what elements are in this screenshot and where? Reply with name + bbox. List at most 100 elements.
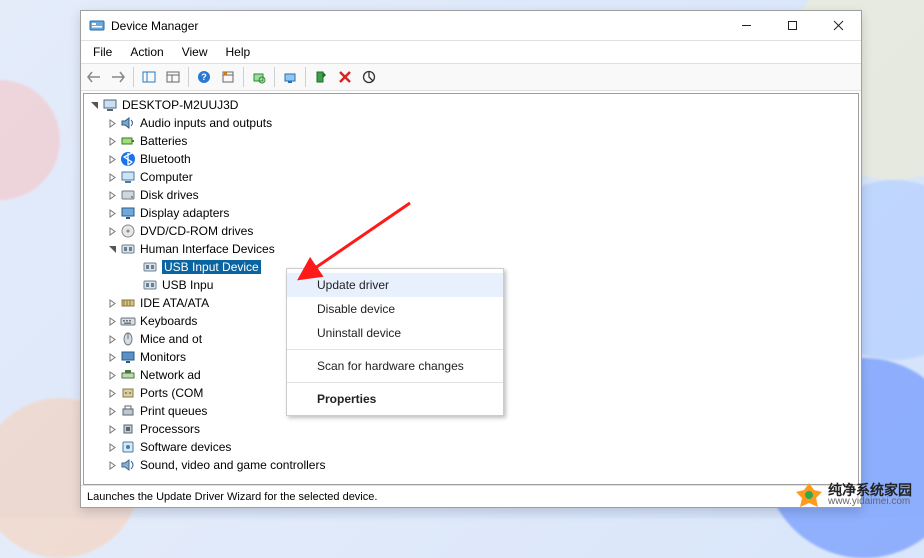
tree-node[interactable]: Software devices bbox=[84, 438, 858, 456]
context-menu-item[interactable]: Update driver bbox=[287, 273, 503, 297]
expander-icon[interactable] bbox=[106, 171, 118, 183]
titlebar[interactable]: Device Manager bbox=[81, 11, 861, 41]
context-menu-item[interactable]: Properties bbox=[287, 387, 503, 411]
maximize-button[interactable] bbox=[769, 11, 815, 41]
menubar: File Action View Help bbox=[81, 41, 861, 63]
tree-node[interactable]: Human Interface Devices bbox=[84, 240, 858, 258]
tree-node-label: Print queues bbox=[140, 404, 207, 418]
show-hide-tree-button[interactable] bbox=[138, 66, 160, 88]
watermark-url: www.yidaimei.com bbox=[828, 497, 912, 507]
close-button[interactable] bbox=[815, 11, 861, 41]
context-menu-item[interactable]: Disable device bbox=[287, 297, 503, 321]
tree-node-label: Monitors bbox=[140, 350, 186, 364]
update-driver-button[interactable] bbox=[279, 66, 301, 88]
tree-node[interactable]: Disk drives bbox=[84, 186, 858, 204]
back-button[interactable] bbox=[83, 66, 105, 88]
statusbar: Launches the Update Driver Wizard for th… bbox=[81, 485, 861, 507]
menu-separator bbox=[287, 382, 503, 383]
tree-node[interactable]: Sound, video and game controllers bbox=[84, 456, 858, 474]
tree-node-label: DESKTOP-M2UUJ3D bbox=[122, 98, 238, 112]
disk-icon bbox=[120, 187, 136, 203]
tree-node[interactable]: Display adapters bbox=[84, 204, 858, 222]
expander-icon[interactable] bbox=[106, 225, 118, 237]
help-button[interactable]: ? bbox=[193, 66, 215, 88]
bg-decoration bbox=[0, 80, 60, 200]
tree-node-label: Mice and ot bbox=[140, 332, 202, 346]
network-icon bbox=[120, 367, 136, 383]
expander-icon[interactable] bbox=[106, 405, 118, 417]
tree-node-label: Disk drives bbox=[140, 188, 199, 202]
expander-icon[interactable] bbox=[106, 351, 118, 363]
expander-icon[interactable] bbox=[106, 333, 118, 345]
computer-icon bbox=[102, 97, 118, 113]
expander-icon[interactable] bbox=[106, 297, 118, 309]
tree-node[interactable]: DVD/CD-ROM drives bbox=[84, 222, 858, 240]
context-menu-item[interactable]: Uninstall device bbox=[287, 321, 503, 345]
battery-icon bbox=[120, 133, 136, 149]
expander-icon[interactable] bbox=[106, 189, 118, 201]
minimize-button[interactable] bbox=[723, 11, 769, 41]
hid-icon bbox=[120, 241, 136, 257]
tree-node[interactable]: Audio inputs and outputs bbox=[84, 114, 858, 132]
menu-file[interactable]: File bbox=[85, 43, 120, 61]
disc-icon bbox=[120, 223, 136, 239]
watermark-icon bbox=[796, 482, 822, 508]
context-menu: Update driverDisable deviceUninstall dev… bbox=[286, 268, 504, 416]
expander-icon[interactable] bbox=[106, 135, 118, 147]
toolbar-separator bbox=[274, 67, 275, 87]
details-button[interactable] bbox=[162, 66, 184, 88]
tree-node[interactable]: Processors bbox=[84, 420, 858, 438]
tree-node-label: Human Interface Devices bbox=[140, 242, 275, 256]
mouse-icon bbox=[120, 331, 136, 347]
expander-icon[interactable] bbox=[106, 315, 118, 327]
menu-help[interactable]: Help bbox=[218, 43, 259, 61]
enable-button[interactable] bbox=[310, 66, 332, 88]
expander-icon[interactable] bbox=[106, 423, 118, 435]
properties-button[interactable] bbox=[217, 66, 239, 88]
software-icon bbox=[120, 439, 136, 455]
menu-view[interactable]: View bbox=[174, 43, 216, 61]
window-title: Device Manager bbox=[111, 19, 198, 33]
tree-node-label: IDE ATA/ATA bbox=[140, 296, 209, 310]
computer-icon bbox=[120, 169, 136, 185]
expander-icon[interactable] bbox=[106, 387, 118, 399]
disable-button[interactable] bbox=[358, 66, 380, 88]
tree-node[interactable]: Bluetooth bbox=[84, 150, 858, 168]
expander-icon[interactable] bbox=[106, 243, 118, 255]
bluetooth-icon bbox=[120, 151, 136, 167]
tree-node[interactable]: Batteries bbox=[84, 132, 858, 150]
expander-icon[interactable] bbox=[106, 441, 118, 453]
toolbar-separator bbox=[243, 67, 244, 87]
menu-action[interactable]: Action bbox=[122, 43, 171, 61]
expander-icon[interactable] bbox=[88, 99, 100, 111]
expander-icon[interactable] bbox=[106, 117, 118, 129]
device-manager-window: Device Manager File Action View Help ? bbox=[80, 10, 862, 508]
tree-node-label: Keyboards bbox=[140, 314, 197, 328]
keyboard-icon bbox=[120, 313, 136, 329]
hid-icon bbox=[142, 259, 158, 275]
tree-node-label: Processors bbox=[140, 422, 200, 436]
watermark: 纯净系统家园 www.yidaimei.com bbox=[796, 482, 912, 508]
tree-node-label: DVD/CD-ROM drives bbox=[140, 224, 253, 238]
expander-spacer bbox=[128, 261, 140, 273]
scan-button[interactable] bbox=[248, 66, 270, 88]
tree-node[interactable]: Computer bbox=[84, 168, 858, 186]
context-menu-item[interactable]: Scan for hardware changes bbox=[287, 354, 503, 378]
tree-node-label: Display adapters bbox=[140, 206, 229, 220]
tree-node-label: Bluetooth bbox=[140, 152, 191, 166]
cpu-icon bbox=[120, 421, 136, 437]
uninstall-button[interactable] bbox=[334, 66, 356, 88]
expander-icon[interactable] bbox=[106, 153, 118, 165]
expander-icon[interactable] bbox=[106, 207, 118, 219]
tree-root[interactable]: DESKTOP-M2UUJ3D bbox=[84, 96, 858, 114]
expander-icon[interactable] bbox=[106, 459, 118, 471]
forward-button[interactable] bbox=[107, 66, 129, 88]
toolbar-separator bbox=[305, 67, 306, 87]
toolbar-separator bbox=[133, 67, 134, 87]
sound-icon bbox=[120, 457, 136, 473]
expander-icon[interactable] bbox=[106, 369, 118, 381]
tree-node-label: Ports (COM bbox=[140, 386, 203, 400]
toolbar-separator bbox=[188, 67, 189, 87]
menu-separator bbox=[287, 349, 503, 350]
tree-node-label: Network ad bbox=[140, 368, 201, 382]
